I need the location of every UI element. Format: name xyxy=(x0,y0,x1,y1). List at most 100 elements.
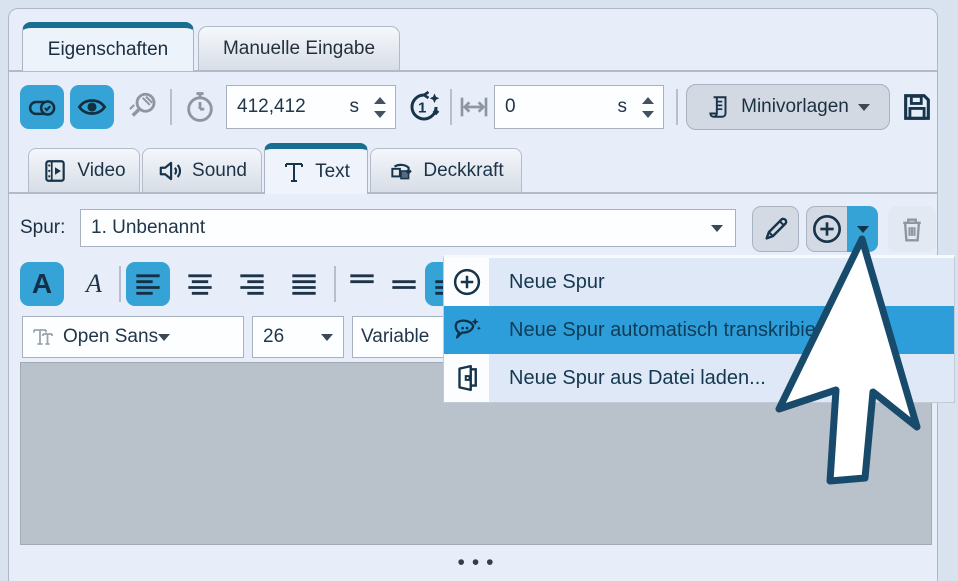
chevron-down-icon xyxy=(321,334,333,341)
valign-top-icon xyxy=(348,272,376,296)
spin-down-icon[interactable] xyxy=(642,111,654,118)
align-left-icon xyxy=(134,272,162,296)
spin-up-icon[interactable] xyxy=(374,97,386,104)
tab-manuelle-eingabe[interactable]: Manuelle Eingabe xyxy=(198,26,400,70)
add-track-menu: Neue Spur Neue Spur automatisch transkri… xyxy=(443,255,955,403)
italic-glyph: A xyxy=(86,269,102,299)
align-right-icon xyxy=(238,272,266,296)
add-track-splitbutton xyxy=(806,206,878,252)
minivorlagen-button[interactable]: Minivorlagen xyxy=(686,84,890,130)
align-right-button[interactable] xyxy=(230,262,274,306)
save-button[interactable] xyxy=(898,88,936,126)
bold-button[interactable]: A xyxy=(20,262,64,306)
width-arrows-icon xyxy=(458,91,490,123)
trash-icon xyxy=(897,214,927,244)
font-variable-label: Variable xyxy=(353,326,429,348)
chevron-down-icon xyxy=(857,226,869,233)
search-preview-button[interactable] xyxy=(122,85,162,129)
format-separator-2 xyxy=(334,266,336,302)
stopwatch-icon xyxy=(183,90,217,124)
font-icon xyxy=(31,325,55,349)
delete-track-button[interactable] xyxy=(888,206,936,252)
rename-track-button[interactable] xyxy=(752,206,799,252)
track-selected-value: 1. Unbenannt xyxy=(81,217,711,239)
tab-eigenschaften[interactable]: Eigenschaften xyxy=(22,22,194,71)
text-icon xyxy=(282,160,306,184)
toggle-check-icon xyxy=(27,92,57,122)
auto-duration-button[interactable]: 1 xyxy=(402,85,446,129)
tab-deckkraft[interactable]: Deckkraft xyxy=(370,148,522,192)
divider-media-tabs xyxy=(9,192,937,194)
align-justify-icon xyxy=(290,272,318,296)
duration-input[interactable]: 412,412 s xyxy=(226,85,396,129)
menu-item-neue-spur[interactable]: Neue Spur xyxy=(444,258,954,306)
spin-down-icon[interactable] xyxy=(374,111,386,118)
minivorlagen-label: Minivorlagen xyxy=(741,96,849,118)
tab-manuelle-eingabe-label: Manuelle Eingabe xyxy=(223,38,375,60)
tab-sound-label: Sound xyxy=(192,160,247,182)
offset-value: 0 xyxy=(495,96,618,118)
menu-item-transkribieren[interactable]: Neue Spur automatisch transkribieren xyxy=(444,306,954,354)
font-family-combobox[interactable]: Open Sans xyxy=(22,316,244,358)
tab-video-label: Video xyxy=(77,160,125,182)
toolbar-separator-2 xyxy=(450,89,452,125)
scroll-template-icon xyxy=(706,94,732,120)
magnifier-speed-icon xyxy=(125,90,159,124)
font-family-value: Open Sans xyxy=(55,326,158,348)
spin-up-icon[interactable] xyxy=(642,97,654,104)
offset-unit: s xyxy=(618,96,628,118)
toggle-link-button[interactable] xyxy=(20,85,64,129)
bold-glyph: A xyxy=(32,268,52,300)
valign-middle-icon xyxy=(390,272,418,296)
toolbar-separator-1 xyxy=(170,89,172,125)
align-center-icon xyxy=(186,272,214,296)
save-icon xyxy=(900,90,934,124)
load-file-icon xyxy=(444,354,489,402)
tab-text[interactable]: Text xyxy=(264,143,368,194)
italic-button[interactable]: A xyxy=(74,262,114,306)
menu-item-label: Neue Spur aus Datei laden... xyxy=(489,367,766,390)
align-left-button[interactable] xyxy=(126,262,170,306)
eye-icon xyxy=(76,91,108,123)
menu-item-aus-datei[interactable]: Neue Spur aus Datei laden... xyxy=(444,354,954,402)
chevron-down-icon xyxy=(158,334,170,341)
video-icon xyxy=(42,158,68,184)
toolbar-separator-3 xyxy=(676,89,678,125)
add-track-dropdown-button[interactable] xyxy=(847,206,878,252)
track-combobox[interactable]: 1. Unbenannt xyxy=(80,209,736,247)
duration-unit: s xyxy=(350,96,360,118)
opacity-icon xyxy=(388,158,414,184)
align-center-button[interactable] xyxy=(178,262,222,306)
format-separator-1 xyxy=(119,266,121,302)
offset-spinner[interactable] xyxy=(642,86,654,128)
valign-middle-button[interactable] xyxy=(387,262,421,306)
tab-deckkraft-label: Deckkraft xyxy=(423,160,503,182)
panel-splitter-handle[interactable]: ••• xyxy=(0,551,958,575)
font-size-value: 26 xyxy=(253,326,321,348)
tab-sound[interactable]: Sound xyxy=(142,148,262,192)
menu-item-label: Neue Spur automatisch transkribieren xyxy=(489,319,845,342)
valign-top-button[interactable] xyxy=(341,262,383,306)
align-justify-button[interactable] xyxy=(282,262,326,306)
font-size-combobox[interactable]: 26 xyxy=(252,316,344,358)
duration-label-icon-box xyxy=(180,85,220,129)
pencil-icon xyxy=(761,214,791,244)
transcribe-icon xyxy=(444,306,489,354)
plus-circle-icon xyxy=(444,258,489,306)
offset-input[interactable]: 0 s xyxy=(494,85,664,129)
duration-spinner[interactable] xyxy=(374,86,386,128)
tab-text-label: Text xyxy=(315,161,350,183)
svg-text:1: 1 xyxy=(418,99,426,116)
font-variable-button[interactable]: Variable xyxy=(352,316,443,358)
tab-video[interactable]: Video xyxy=(28,148,140,192)
duration-value: 412,412 xyxy=(227,96,350,118)
add-track-button[interactable] xyxy=(806,206,847,252)
speaker-icon xyxy=(157,158,183,184)
menu-item-label: Neue Spur xyxy=(489,271,605,294)
chevron-down-icon xyxy=(711,225,723,232)
visibility-button[interactable] xyxy=(70,85,114,129)
offset-label-icon-box xyxy=(456,85,492,129)
track-label: Spur: xyxy=(20,217,65,239)
properties-window: Eigenschaften Manuelle Eingabe xyxy=(0,0,958,581)
plus-circle-icon xyxy=(811,213,843,245)
